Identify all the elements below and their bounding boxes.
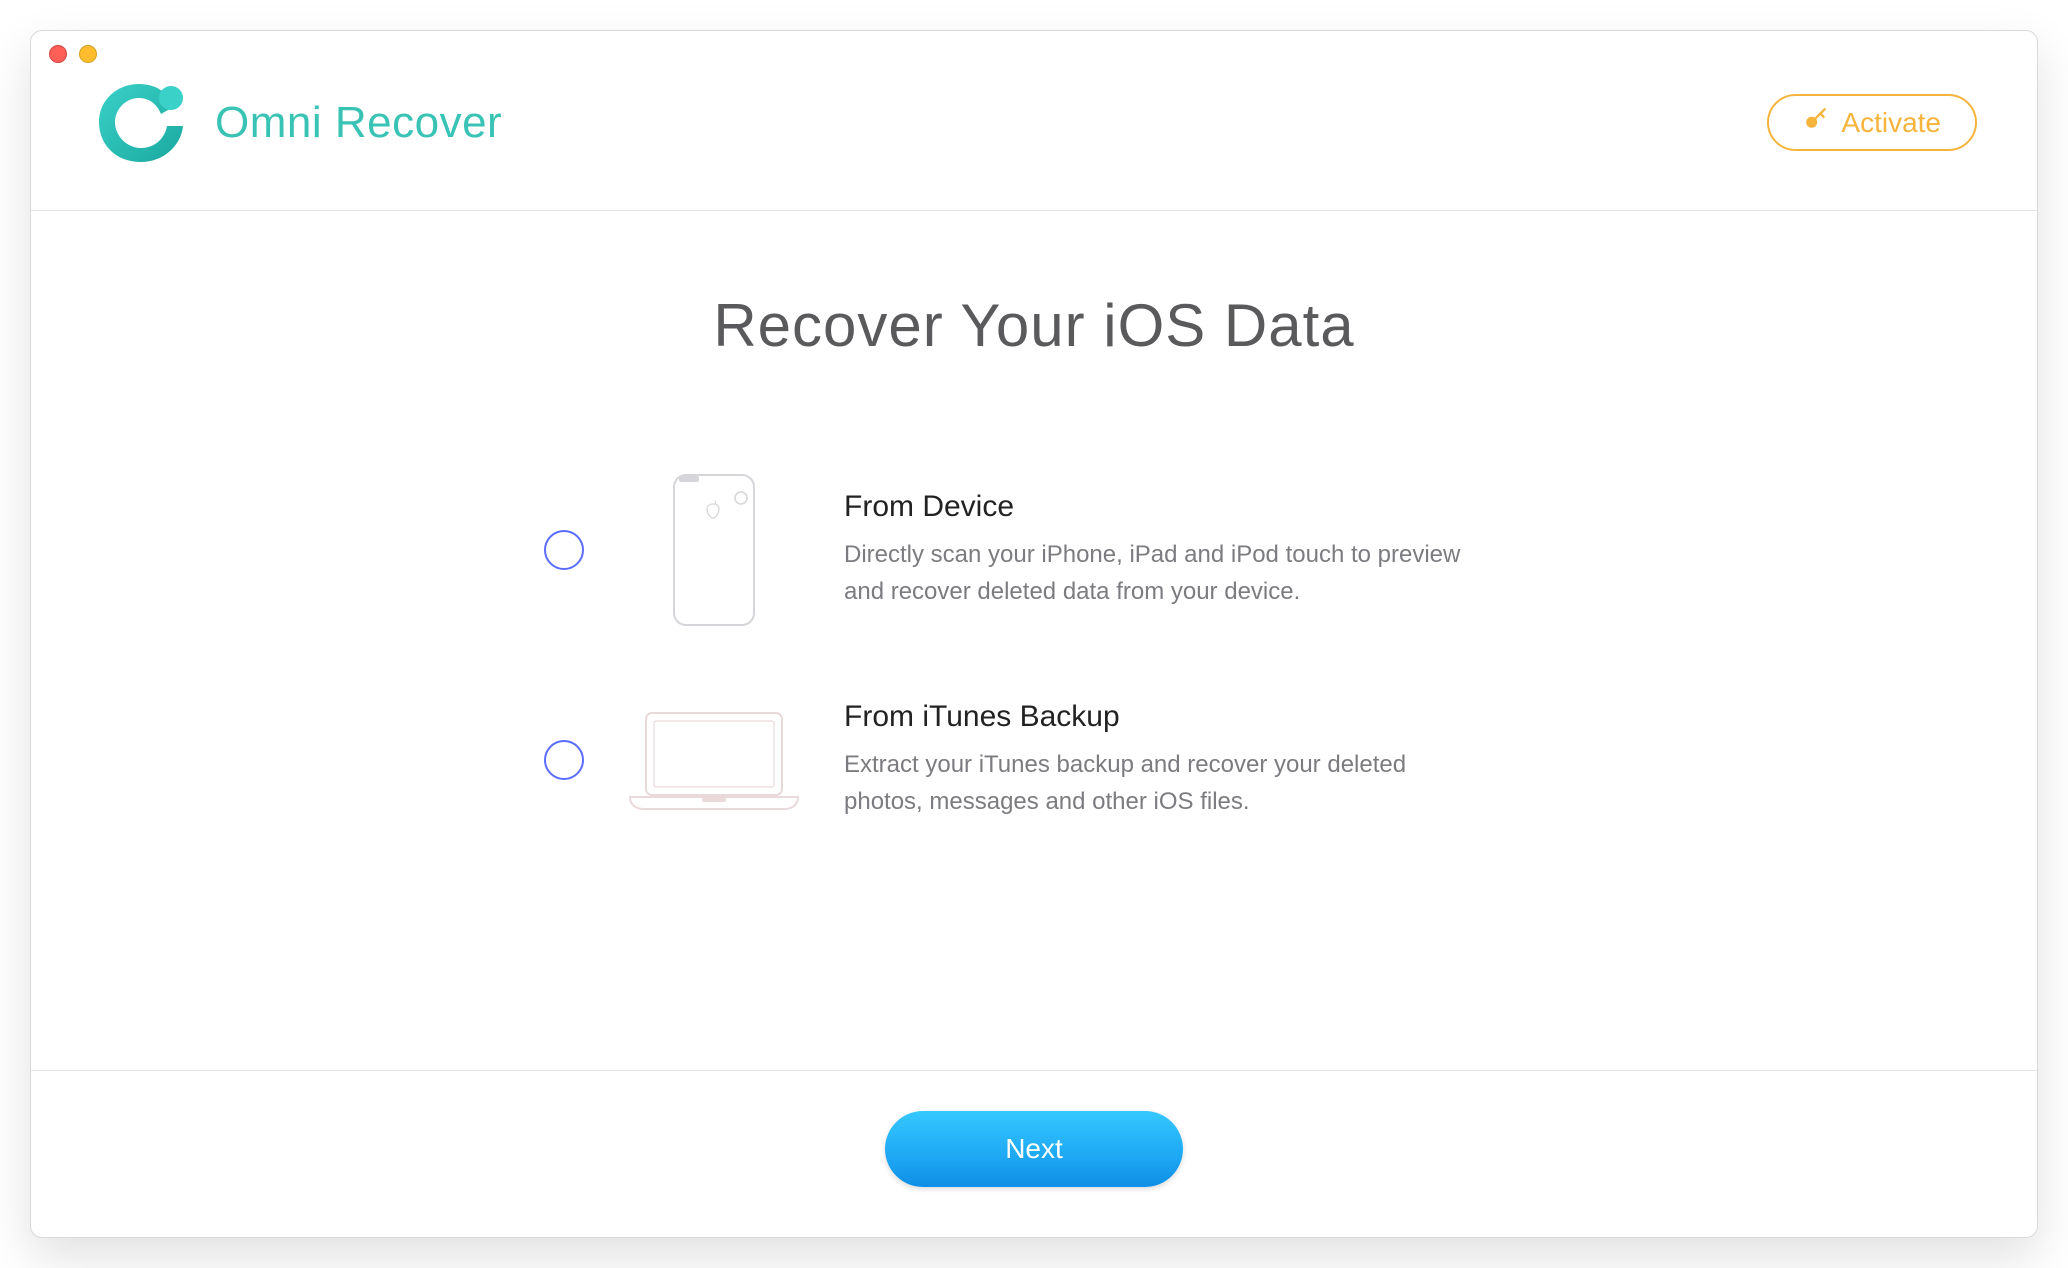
option-from-device-text: From Device Directly scan your iPhone, i… (844, 490, 1524, 610)
activate-button[interactable]: Activate (1767, 94, 1977, 151)
main-content: Recover Your iOS Data (31, 211, 2037, 1070)
key-icon (1803, 106, 1829, 139)
activate-button-label: Activate (1841, 107, 1941, 139)
app-window: Omni Recover Activate Recover Your iOS D… (30, 30, 2038, 1238)
laptop-icon (624, 705, 804, 815)
next-button-label: Next (1005, 1133, 1063, 1164)
brand-logo-icon (91, 70, 191, 175)
window-close-button[interactable] (49, 45, 67, 63)
next-button[interactable]: Next (885, 1111, 1183, 1187)
iphone-icon (624, 470, 804, 630)
footer: Next (31, 1070, 2037, 1237)
window-controls (49, 45, 97, 63)
option-from-itunes-backup-description: Extract your iTunes backup and recover y… (844, 746, 1484, 820)
window-minimize-button[interactable] (79, 45, 97, 63)
option-from-device-title: From Device (844, 490, 1524, 524)
option-from-itunes-backup-title: From iTunes Backup (844, 700, 1524, 734)
recovery-options: From Device Directly scan your iPhone, i… (544, 470, 1524, 820)
option-from-device[interactable]: From Device Directly scan your iPhone, i… (544, 470, 1524, 630)
brand: Omni Recover (91, 70, 502, 175)
option-from-itunes-backup-text: From iTunes Backup Extract your iTunes b… (844, 700, 1524, 820)
page-title: Recover Your iOS Data (713, 291, 1354, 360)
header: Omni Recover Activate (31, 31, 2037, 211)
radio-from-itunes-backup[interactable] (544, 740, 584, 780)
option-from-device-description: Directly scan your iPhone, iPad and iPod… (844, 536, 1484, 610)
brand-name: Omni Recover (215, 98, 502, 148)
option-from-itunes-backup[interactable]: From iTunes Backup Extract your iTunes b… (544, 700, 1524, 820)
radio-from-device[interactable] (544, 530, 584, 570)
